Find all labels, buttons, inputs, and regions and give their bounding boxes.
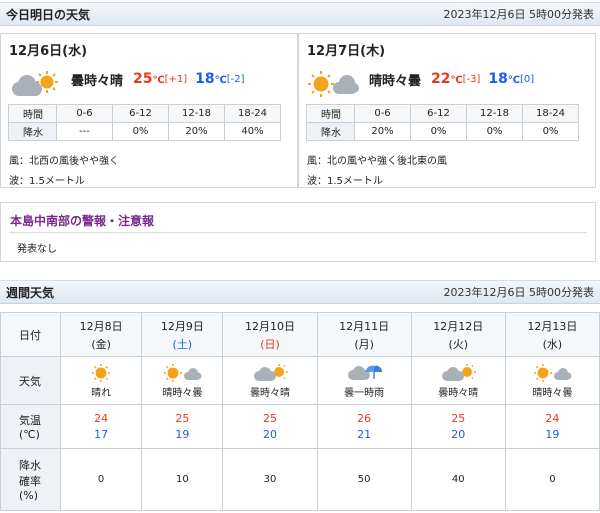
- sun-then-cloud-icon: [307, 69, 359, 97]
- weekly-weather-cell: 晴時々曇: [141, 356, 224, 405]
- sun-then-cloud-icon: [162, 363, 202, 383]
- cloud-then-sun-icon: [9, 69, 61, 96]
- weekly-weather-cell: 曇時々晴: [222, 356, 318, 405]
- weekly-pop-cell: 10: [141, 448, 224, 511]
- pop-period: 0-6: [354, 104, 411, 123]
- low-temp: 18℃: [195, 71, 227, 87]
- pop-value: 0%: [112, 122, 169, 141]
- weekly-temp-cell: 24 19: [504, 404, 600, 449]
- pop-table: 時間 0-6 6-12 12-18 18-24 降水 --- 0% 20% 40…: [8, 104, 281, 141]
- pop-table: 時間 0-6 6-12 12-18 18-24 降水 20% 0% 0% 0%: [306, 104, 579, 141]
- pop-row-label: 降水: [306, 122, 355, 141]
- weekly-section-issued: 2023年12月6日 5時00分発表: [443, 286, 594, 299]
- day-card-today: 12月6日(水) 曇時々晴 25℃ [+1] 18℃ [-2] 時間 0-6 6…: [0, 33, 298, 188]
- pop-period: 18-24: [522, 104, 579, 123]
- high-temp: 22℃: [431, 71, 463, 87]
- day-weather-text: 晴時々曇: [369, 73, 422, 89]
- pop-value: 40%: [224, 122, 281, 141]
- weekly-temp-cell: 24 17: [59, 404, 143, 449]
- pop-header-label: 時間: [306, 104, 355, 123]
- high-temp-diff: [+1]: [164, 73, 188, 85]
- weekly-pop-cell: 0: [504, 448, 600, 511]
- weekly-temp-cell: 26 21: [316, 404, 412, 449]
- pop-period: 0-6: [56, 104, 113, 123]
- weekly-date-cell: 12月8日 (金): [59, 312, 143, 357]
- weekly-date-cell: 12月13日 (水): [504, 312, 600, 357]
- warning-title[interactable]: 本島中南部の警報・注意報: [10, 212, 154, 229]
- row-label-date: 日付: [0, 312, 61, 357]
- warning-box: 本島中南部の警報・注意報 発表なし: [0, 202, 596, 262]
- weekly-temp-cell: 25 19: [141, 404, 224, 449]
- pop-period: 18-24: [224, 104, 281, 123]
- weekly-temp-cell: 25 20: [410, 404, 506, 449]
- row-label-temp: 気温 (℃): [0, 404, 61, 449]
- low-temp-diff: [0]: [519, 73, 535, 85]
- low-temp: 18℃: [488, 71, 520, 87]
- sun-then-cloud-icon: [532, 363, 572, 383]
- high-temp: 25℃: [133, 71, 165, 87]
- today-section-header: 今日明日の天気 2023年12月6日 5時00分発表: [0, 2, 600, 26]
- day-date: 12月6日(水): [9, 44, 88, 59]
- today-section-issued: 2023年12月6日 5時00分発表: [443, 8, 594, 21]
- day-weather-row: 晴時々曇 22℃ [-3] 18℃ [0]: [307, 64, 535, 97]
- weekly-pop-cell: 30: [222, 448, 318, 511]
- weekly-weather-cell: 曇時々晴: [410, 356, 506, 405]
- pop-value: 0%: [522, 122, 579, 141]
- weekly-date-cell: 12月9日 (土): [141, 312, 224, 357]
- weekly-table: 日付 12月8日 (金) 12月9日 (土) 12月10日 (日) 12月11日 (月)…: [0, 312, 600, 511]
- weekly-date-cell: 12月11日 (月): [316, 312, 412, 357]
- weekly-section-title: 週間天気: [6, 285, 55, 300]
- weekly-weather-cell: 曇一時雨: [316, 356, 412, 405]
- pop-value: ---: [56, 122, 113, 141]
- weekly-weather-cell: 晴れ: [59, 356, 143, 405]
- day-card-tomorrow: 12月7日(木) 晴時々曇 22℃ [-3] 18℃ [0] 時間 0-6 6-…: [298, 33, 596, 188]
- row-label-pop: 降水 確率 (%): [0, 448, 61, 511]
- day-weather-text: 曇時々晴: [71, 73, 124, 89]
- weekly-pop-cell: 50: [316, 448, 412, 511]
- weekly-weather-cell: 晴時々曇: [504, 356, 600, 405]
- wind-text: 風：北の風やや強く後北東の風: [307, 156, 447, 167]
- weekly-date-cell: 12月10日 (日): [222, 312, 318, 357]
- cloud-then-sun-icon: [250, 363, 290, 383]
- warning-divider: [9, 232, 587, 233]
- weekly-pop-cell: 40: [410, 448, 506, 511]
- pop-period: 6-12: [112, 104, 169, 123]
- cloud-rain-icon: [344, 363, 384, 383]
- high-temp-diff: [-3]: [462, 73, 481, 85]
- weekly-section-header: 週間天気 2023年12月6日 5時00分発表: [0, 280, 600, 304]
- day-weather-row: 曇時々晴 25℃ [+1] 18℃ [-2]: [9, 64, 245, 96]
- cloud-then-sun-icon: [438, 363, 478, 383]
- day-date: 12月7日(木): [307, 44, 386, 59]
- pop-value: 20%: [168, 122, 225, 141]
- wave-text: 波：1.5メートル: [9, 176, 85, 187]
- warning-body: 発表なし: [17, 244, 57, 255]
- pop-period: 6-12: [410, 104, 467, 123]
- wind-text: 風：北西の風後やや強く: [9, 156, 119, 167]
- pop-period: 12-18: [168, 104, 225, 123]
- sun-icon: [90, 363, 112, 383]
- pop-value: 0%: [466, 122, 523, 141]
- pop-row-label: 降水: [8, 122, 57, 141]
- wave-text: 波：1.5メートル: [307, 176, 383, 187]
- row-label-weather: 天気: [0, 356, 61, 405]
- today-section-title: 今日明日の天気: [6, 7, 91, 22]
- weekly-temp-cell: 25 20: [222, 404, 318, 449]
- weekly-pop-cell: 0: [59, 448, 143, 511]
- weekly-date-cell: 12月12日 (火): [410, 312, 506, 357]
- low-temp-diff: [-2]: [226, 73, 245, 85]
- pop-period: 12-18: [466, 104, 523, 123]
- pop-header-label: 時間: [8, 104, 57, 123]
- pop-value: 0%: [410, 122, 467, 141]
- pop-value: 20%: [354, 122, 411, 141]
